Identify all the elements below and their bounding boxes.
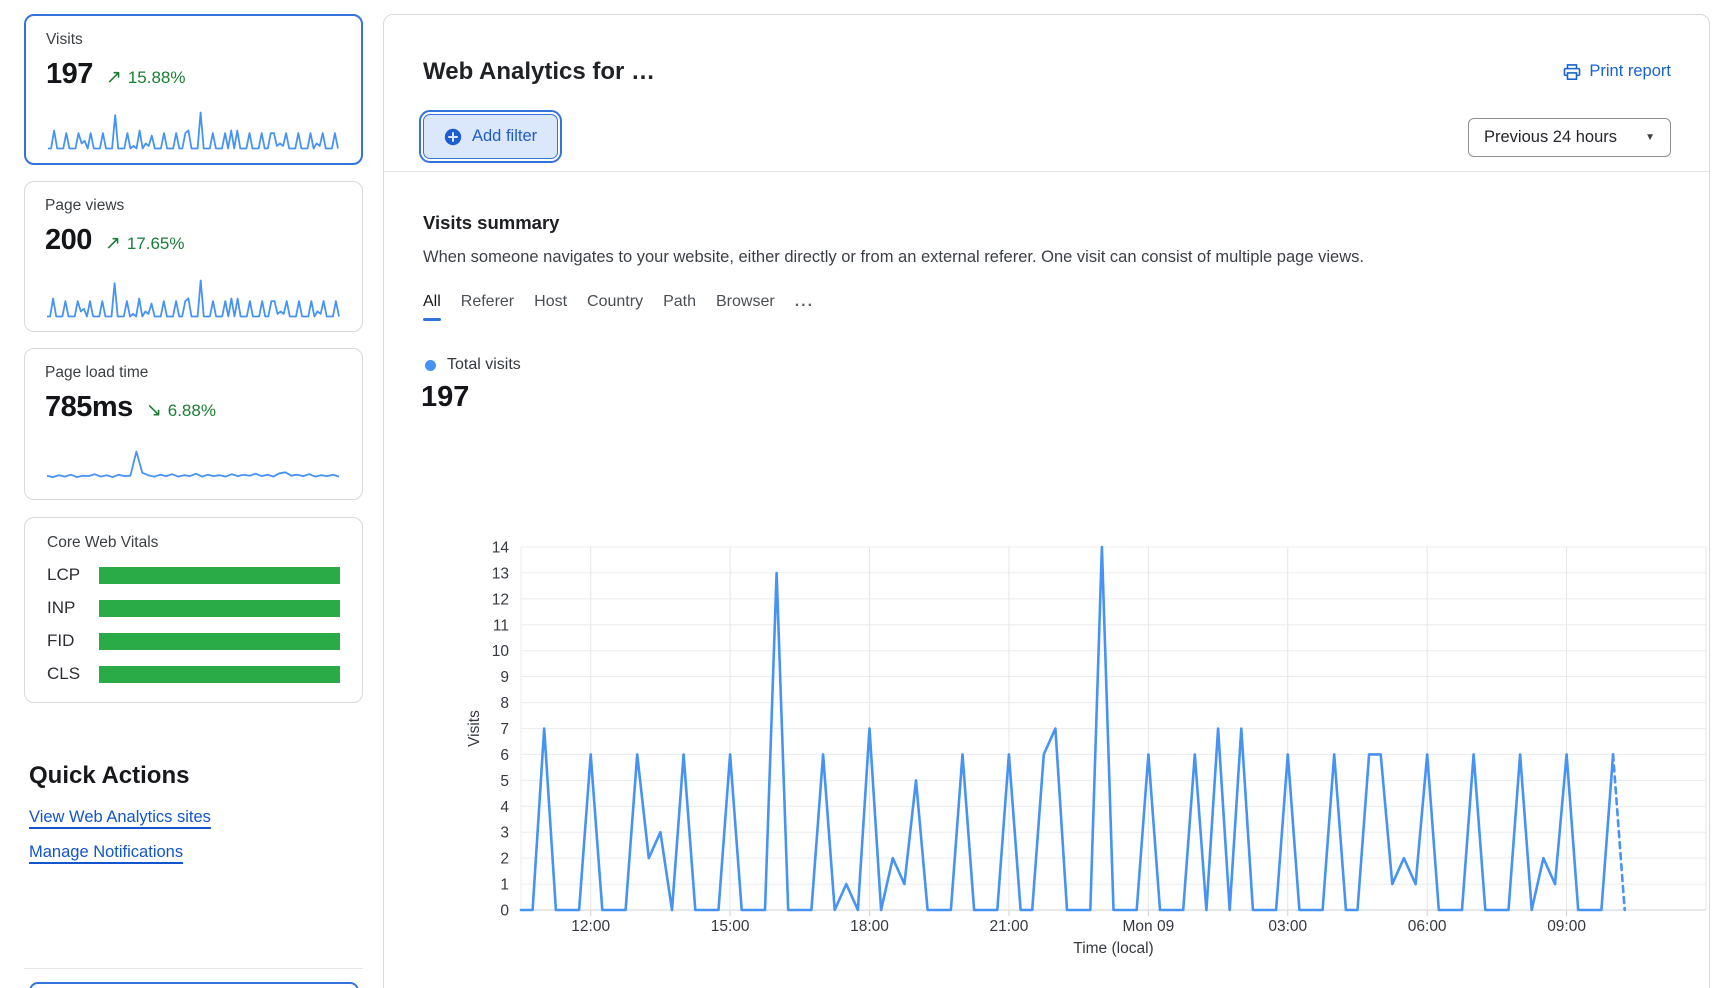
cwv-metric-label: LCP: [47, 565, 99, 585]
y-axis-tick-label: 10: [492, 643, 510, 660]
visits-summary-title: Visits summary: [423, 212, 559, 234]
page-title: Web Analytics for …: [423, 58, 655, 86]
trend-down-icon: ↘: [146, 399, 162, 422]
sidebar-divider: [24, 968, 363, 969]
metric-card-page-load-time[interactable]: Page load time 785ms ↘ 6.88%: [24, 348, 363, 500]
trend-up-icon: ↗: [106, 66, 122, 89]
cwv-bar-lcp: [99, 567, 340, 584]
tab-path[interactable]: Path: [663, 293, 696, 321]
cwv-row-inp: INP: [47, 598, 340, 618]
print-report-link[interactable]: Print report: [1563, 62, 1671, 81]
cwv-row-fid: FID: [47, 631, 340, 651]
x-axis-tick-label: 15:00: [711, 918, 750, 935]
time-range-value: Previous 24 hours: [1484, 128, 1617, 147]
tab-referer[interactable]: Referer: [461, 293, 514, 321]
trend-value: 17.65%: [127, 234, 185, 254]
page-views-sparkline: [46, 279, 340, 318]
y-axis-tick-label: 8: [500, 695, 509, 712]
x-axis-tick-label: 21:00: [990, 918, 1029, 935]
metric-card-visits[interactable]: Visits 197 ↗ 15.88%: [24, 14, 363, 165]
cwv-metric-label: FID: [47, 631, 99, 651]
x-axis-tick-label: 12:00: [571, 918, 610, 935]
metric-value: 785ms: [45, 391, 133, 424]
metric-label: Page views: [45, 197, 342, 215]
y-axis-tick-label: 4: [500, 799, 509, 816]
y-axis-title: Visits: [466, 710, 483, 747]
cwv-bar-inp: [99, 600, 340, 617]
print-report-label: Print report: [1589, 62, 1671, 81]
x-axis-tick-label: 18:00: [850, 918, 889, 935]
sidebar-next-card-cut[interactable]: [29, 982, 359, 988]
cwv-metric-label: INP: [47, 598, 99, 618]
header-divider: [384, 171, 1709, 172]
y-axis-tick-label: 14: [492, 540, 510, 557]
cwv-row-cls: CLS: [47, 664, 340, 684]
chart-legend: Total visits: [425, 356, 521, 374]
legend-dot-icon: [425, 360, 436, 371]
y-axis-tick-label: 7: [500, 721, 509, 738]
y-axis-tick-label: 12: [492, 591, 509, 608]
metric-label: Page load time: [45, 364, 342, 382]
legend-series-label: Total visits: [447, 356, 521, 374]
y-axis-tick-label: 0: [500, 903, 509, 920]
tab-all[interactable]: All: [423, 293, 441, 321]
tab-host[interactable]: Host: [534, 293, 567, 321]
tab-browser[interactable]: Browser: [716, 293, 775, 321]
tab-overflow-more[interactable]: ...: [795, 293, 814, 321]
dimension-tabs: All Referer Host Country Path Browser ..…: [423, 293, 814, 321]
plus-circle-icon: [444, 128, 462, 146]
visits-line-chart[interactable]: 0123456789101112131412:0015:0018:0021:00…: [421, 471, 1711, 971]
y-axis-tick-label: 13: [492, 565, 509, 582]
x-axis-tick-label: 09:00: [1547, 918, 1586, 935]
time-range-dropdown[interactable]: Previous 24 hours ▼: [1468, 118, 1671, 157]
add-filter-button[interactable]: Add filter: [423, 114, 558, 159]
metric-value: 197: [46, 58, 93, 91]
cwv-bar-cls: [99, 666, 340, 683]
trend-badge: ↘ 6.88%: [146, 399, 216, 422]
x-axis-tick-label: Mon 09: [1123, 918, 1175, 935]
y-axis-tick-label: 1: [500, 877, 509, 894]
x-axis-title: Time (local): [1073, 940, 1153, 957]
trend-value: 6.88%: [168, 401, 216, 421]
visits-summary-description: When someone navigates to your website, …: [423, 248, 1364, 267]
metric-value: 200: [45, 224, 92, 257]
x-axis-tick-label: 03:00: [1268, 918, 1307, 935]
cwv-row-lcp: LCP: [47, 565, 340, 585]
y-axis-tick-label: 5: [500, 773, 509, 790]
quick-actions-title: Quick Actions: [29, 762, 189, 790]
metric-card-page-views[interactable]: Page views 200 ↗ 17.65%: [24, 181, 363, 332]
y-axis-tick-label: 3: [500, 825, 509, 842]
tab-country[interactable]: Country: [587, 293, 643, 321]
cwv-metric-label: CLS: [47, 664, 99, 684]
y-axis-tick-label: 2: [500, 851, 509, 868]
core-web-vitals-card[interactable]: Core Web Vitals LCP INP FID CLS: [24, 517, 363, 703]
link-view-web-analytics-sites[interactable]: View Web Analytics sites: [29, 808, 211, 827]
cwv-bar-fid: [99, 633, 340, 650]
core-web-vitals-title: Core Web Vitals: [47, 534, 340, 552]
link-manage-notifications[interactable]: Manage Notifications: [29, 843, 183, 862]
page-load-sparkline: [46, 450, 340, 482]
metric-label: Visits: [46, 31, 341, 49]
trend-up-icon: ↗: [105, 232, 121, 255]
trend-badge: ↗ 15.88%: [106, 66, 186, 89]
main-panel: Web Analytics for … Print report Add fil…: [383, 14, 1710, 988]
y-axis-tick-label: 6: [500, 747, 509, 764]
y-axis-tick-label: 11: [493, 617, 509, 634]
trend-value: 15.88%: [128, 68, 186, 88]
visits-sparkline: [47, 111, 339, 150]
y-axis-tick-label: 9: [500, 669, 509, 686]
printer-icon: [1563, 63, 1581, 81]
add-filter-label: Add filter: [472, 127, 537, 146]
trend-badge: ↗ 17.65%: [105, 232, 185, 255]
chart-canvas: 0123456789101112131412:0015:0018:0021:00…: [421, 471, 1711, 971]
x-axis-tick-label: 06:00: [1408, 918, 1447, 935]
web-analytics-dashboard: Visits 197 ↗15.88% Page views 200 ↗17.65…: [0, 0, 1730, 988]
chevron-down-icon: ▼: [1645, 132, 1655, 143]
total-visits-value: 197: [421, 381, 469, 414]
